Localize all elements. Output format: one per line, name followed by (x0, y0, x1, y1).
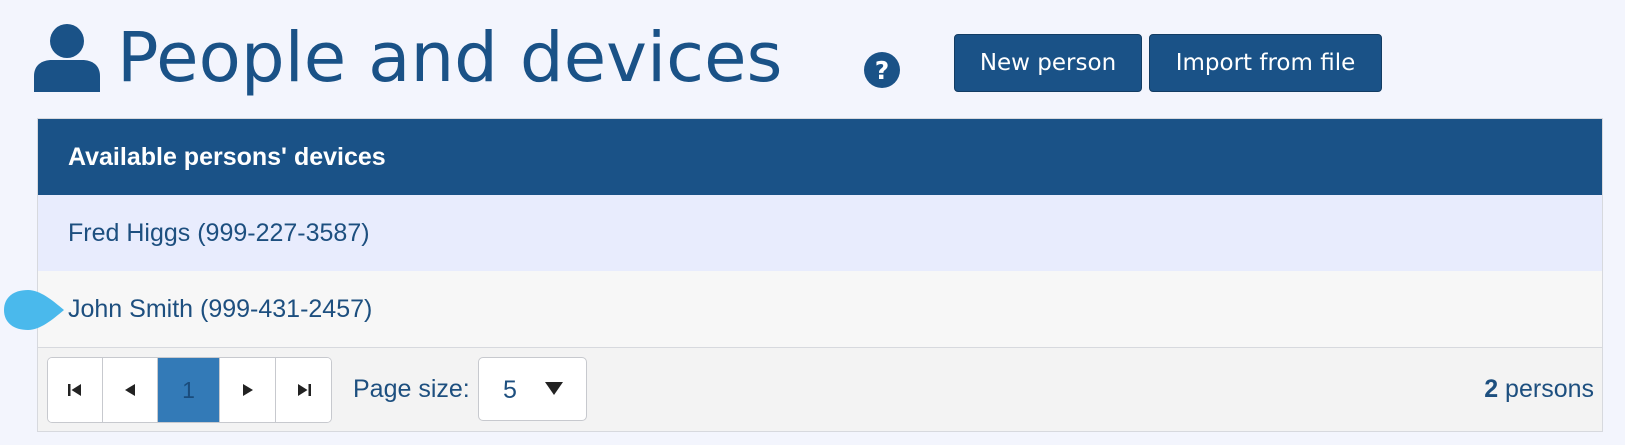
page-size-value: 5 (503, 376, 517, 404)
table-header: Available persons' devices (38, 119, 1602, 195)
total-persons-count: 2 persons (1484, 367, 1594, 411)
pointer-marker-icon (4, 290, 64, 330)
total-count-value: 2 (1484, 375, 1499, 403)
page-header: People and devices ? New person Import f… (0, 0, 1625, 118)
pagination-bar: 1 Page size: 5 2 persons (38, 347, 1602, 431)
next-page-button[interactable] (220, 358, 276, 422)
page-title: People and devices (117, 18, 783, 98)
table-row[interactable]: Fred Higgs (999-227-3587) (38, 195, 1602, 271)
last-page-icon (297, 384, 311, 396)
page-size-select[interactable]: 5 (478, 357, 587, 421)
first-page-button[interactable] (48, 358, 103, 422)
first-page-icon (68, 384, 81, 396)
svg-text:?: ? (875, 56, 890, 85)
previous-page-icon (125, 384, 135, 396)
person-icon (34, 24, 100, 92)
previous-page-button[interactable] (103, 358, 158, 422)
pagination-controls: 1 (47, 357, 332, 423)
persons-devices-panel: Available persons' devices Fred Higgs (9… (37, 118, 1603, 432)
chevron-down-icon (545, 382, 563, 395)
new-person-button[interactable]: New person (954, 34, 1142, 92)
next-page-icon (242, 384, 253, 396)
import-from-file-button[interactable]: Import from file (1149, 34, 1382, 92)
table-row[interactable]: John Smith (999-431-2457) (38, 271, 1602, 347)
last-page-button[interactable] (276, 358, 331, 422)
question-circle-icon[interactable]: ? (864, 52, 900, 88)
total-count-label: persons (1498, 375, 1594, 403)
page-size-label: Page size: (353, 375, 470, 403)
page-number-button[interactable]: 1 (158, 358, 220, 422)
